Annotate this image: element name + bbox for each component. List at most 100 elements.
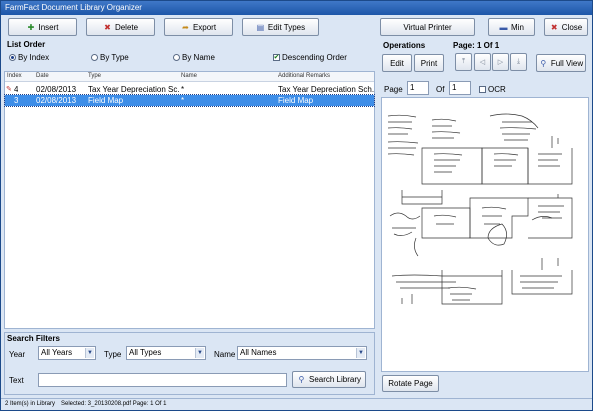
next-page-icon[interactable]: ▷	[492, 53, 509, 71]
row-name: *	[181, 96, 185, 105]
text-label: Text	[9, 376, 24, 385]
first-page-icon[interactable]: ⤒	[455, 53, 472, 71]
delete-icon: ✖	[104, 22, 111, 32]
table-row[interactable]: ✎ 4 02/08/2013 Tax Year Depreciation Sc.…	[5, 84, 374, 95]
edit-types-label: Edit Types	[267, 22, 306, 32]
row-index: 3	[14, 96, 19, 105]
checkmark-icon: ✔	[273, 54, 280, 61]
col-remarks: Additional Remarks	[278, 73, 331, 79]
type-select-value: All Types	[129, 348, 162, 357]
delete-label: Delete	[114, 22, 139, 32]
selection-status: Selected: 3_20130208.pdf Page: 1 Of 1	[61, 401, 167, 407]
ocr-checkbox-box	[479, 86, 486, 93]
close-button[interactable]: ✖ Close	[544, 18, 588, 36]
chevron-down-icon: ▼	[85, 348, 94, 358]
radio-by-type-label: By Type	[100, 53, 129, 62]
rotate-page-label: Rotate Page	[388, 379, 433, 388]
text-search-input[interactable]	[38, 373, 287, 387]
col-name: Name	[181, 73, 198, 79]
export-icon: ➦	[182, 22, 189, 32]
virtual-printer-label: Virtual Printer	[403, 22, 452, 32]
radio-by-name-label: By Name	[182, 53, 215, 62]
minimize-label: Min	[511, 22, 524, 32]
year-select-value: All Years	[41, 348, 73, 357]
radio-by-index[interactable]: By Index	[9, 53, 49, 62]
row-date: 02/08/2013	[36, 96, 77, 105]
page-number-input[interactable]: 1	[407, 81, 429, 95]
app-window: FarmFact Document Library Organizer ✚ In…	[0, 0, 593, 411]
radio-by-name[interactable]: By Name	[173, 53, 215, 62]
page-indicator-title: Page: 1 Of 1	[453, 41, 500, 50]
edit-types-button[interactable]: ▤ Edit Types	[242, 18, 319, 36]
insert-label: Insert	[38, 22, 59, 32]
edit-label: Edit	[390, 58, 404, 68]
close-label: Close	[561, 22, 583, 32]
radio-by-name-indicator	[173, 54, 180, 61]
search-filters-title: Search Filters	[7, 334, 60, 343]
type-label: Type	[104, 350, 122, 359]
insert-button[interactable]: ✚ Insert	[8, 18, 77, 36]
full-view-button[interactable]: ⚲ Full View	[536, 54, 586, 72]
document-table: Index Date Type Name Additional Remarks …	[4, 71, 375, 329]
row-remarks: Field Map	[278, 96, 314, 105]
row-type: Tax Year Depreciation Sc...	[88, 85, 180, 94]
col-date: Date	[36, 73, 49, 79]
radio-by-type-indicator	[91, 54, 98, 61]
pointer-icon: ✎	[6, 86, 12, 93]
field-map-sketch	[387, 113, 573, 305]
table-header: Index Date Type Name Additional Remarks	[5, 72, 374, 82]
descending-label: Descending Order	[282, 53, 347, 62]
ocr-label: OCR	[488, 85, 506, 94]
virtual-printer-button[interactable]: Virtual Printer	[380, 18, 475, 36]
col-index: Index	[7, 73, 22, 79]
title-bar: FarmFact Document Library Organizer	[1, 1, 592, 15]
magnifier-icon: ⚲	[540, 58, 547, 68]
col-type: Type	[88, 73, 102, 79]
operations-title: Operations	[383, 41, 426, 50]
name-select[interactable]: All Names ▼	[237, 346, 367, 360]
row-remarks: Tax Year Depreciation Sch...	[278, 85, 374, 94]
row-date: 02/08/2013	[36, 85, 77, 94]
chevron-down-icon: ▼	[195, 348, 204, 358]
table-row-selected[interactable]: 3 02/08/2013 Field Map * Field Map	[4, 94, 375, 107]
ocr-checkbox[interactable]: OCR	[479, 85, 506, 94]
print-label: Print	[420, 58, 438, 68]
status-bar: 2 Item(s) in Library Selected: 3_2013020…	[1, 398, 592, 410]
row-index: 4	[14, 85, 19, 94]
delete-button[interactable]: ✖ Delete	[86, 18, 155, 36]
prev-page-icon[interactable]: ◁	[474, 53, 491, 71]
row-type: Field Map	[88, 96, 124, 105]
list-order-title: List Order	[7, 40, 46, 49]
descending-checkbox[interactable]: ✔ Descending Order	[273, 53, 347, 62]
page-total-field: 1	[449, 81, 471, 95]
minimize-button[interactable]: ▬ Min	[488, 18, 535, 36]
close-icon: ✖	[550, 22, 558, 32]
year-select[interactable]: All Years ▼	[38, 346, 96, 360]
chevron-down-icon: ▼	[356, 348, 365, 358]
name-select-value: All Names	[240, 348, 277, 357]
export-button[interactable]: ➦ Export	[164, 18, 233, 36]
edit-button[interactable]: Edit	[382, 54, 412, 72]
page-label: Page	[384, 85, 403, 94]
edit-types-icon: ▤	[256, 22, 265, 32]
search-library-label: Search Library	[308, 375, 362, 384]
radio-by-index-indicator	[9, 54, 16, 61]
last-page-icon[interactable]: ⤓	[510, 53, 527, 71]
radio-by-type[interactable]: By Type	[91, 53, 129, 62]
document-preview[interactable]	[381, 97, 589, 372]
type-select[interactable]: All Types ▼	[126, 346, 206, 360]
full-view-label: Full View	[550, 58, 584, 68]
year-label: Year	[9, 350, 26, 359]
search-icon: ⚲	[298, 375, 305, 384]
item-count: 2 Item(s) in Library	[5, 401, 56, 407]
insert-icon: ✚	[27, 22, 35, 32]
name-label: Name	[214, 350, 236, 359]
of-label: Of	[436, 85, 445, 94]
print-button[interactable]: Print	[414, 54, 444, 72]
row-name: *	[181, 85, 185, 94]
rotate-page-button[interactable]: Rotate Page	[382, 375, 439, 392]
export-label: Export	[192, 22, 217, 32]
search-library-button[interactable]: ⚲ Search Library	[292, 371, 366, 388]
radio-by-index-label: By Index	[18, 53, 50, 62]
minimize-icon: ▬	[499, 22, 508, 32]
